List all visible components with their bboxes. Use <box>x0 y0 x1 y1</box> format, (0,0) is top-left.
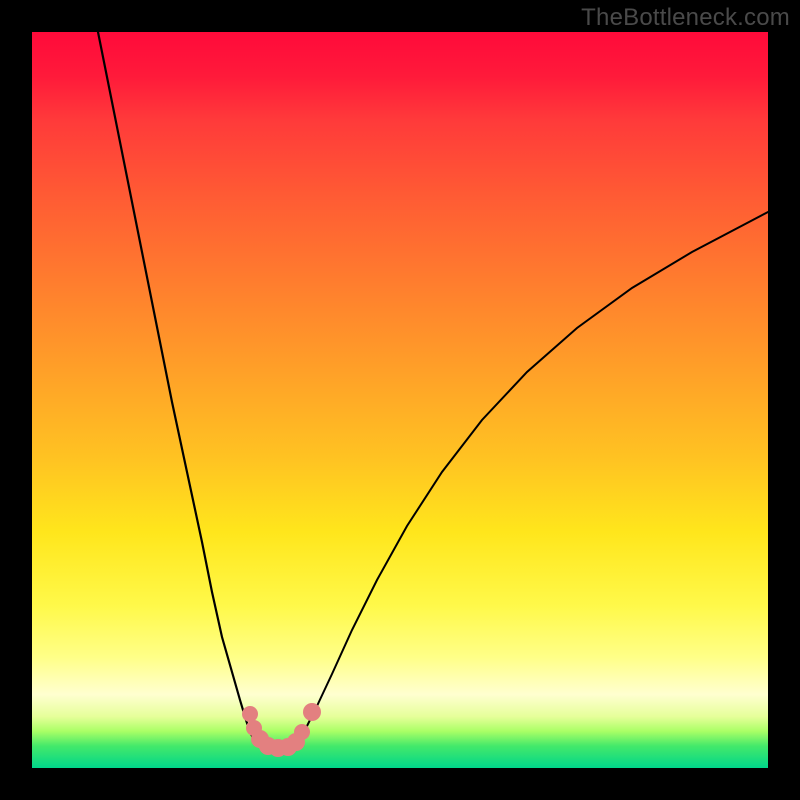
curve-layer <box>32 32 768 768</box>
watermark-text: TheBottleneck.com <box>581 4 790 32</box>
valley-marker <box>242 706 258 722</box>
plot-area <box>32 32 768 768</box>
valley-marker <box>294 724 310 740</box>
valley-marker <box>303 703 321 721</box>
valley-markers <box>242 703 321 757</box>
bottleneck-curve <box>98 32 768 748</box>
chart-frame: TheBottleneck.com <box>0 0 800 800</box>
